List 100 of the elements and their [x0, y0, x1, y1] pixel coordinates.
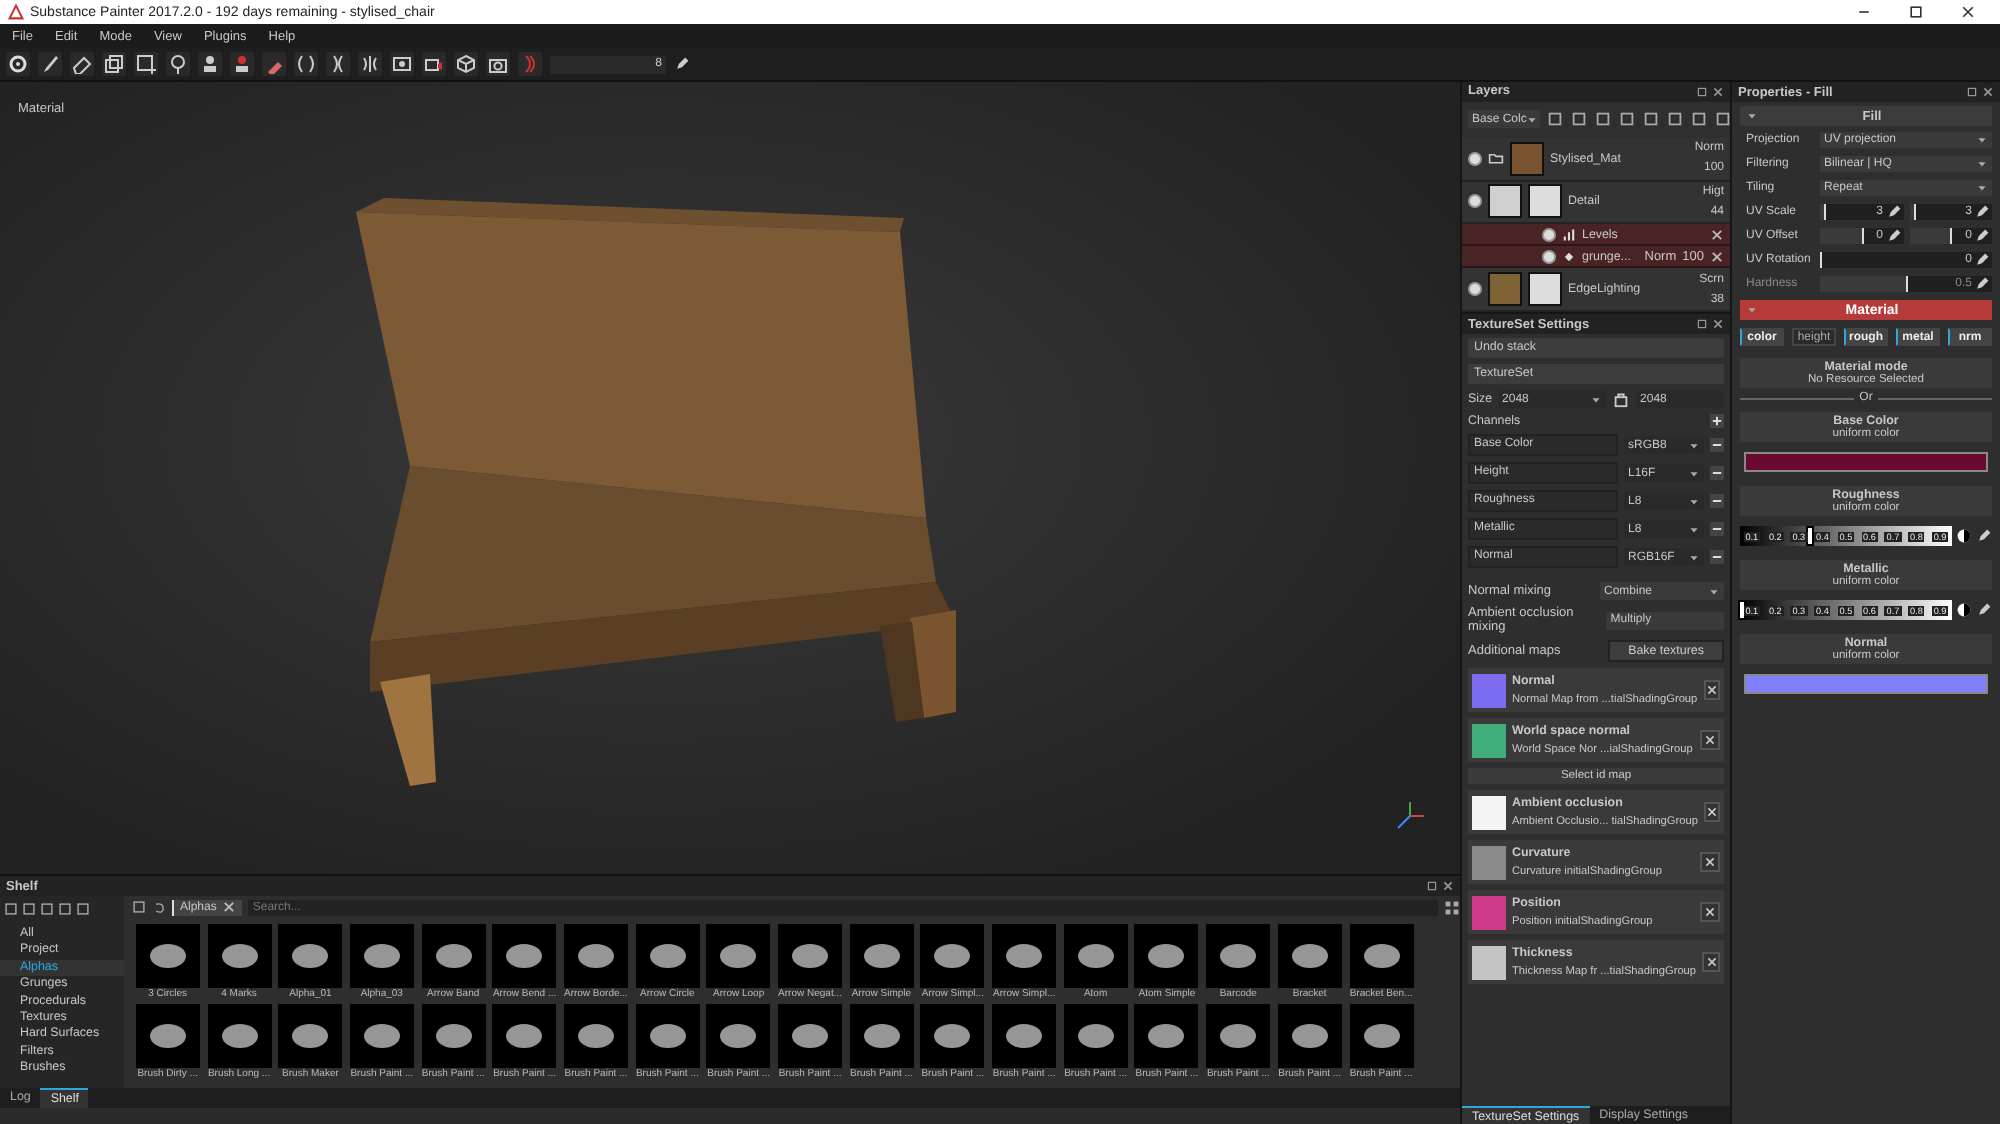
alpha-thumbnail[interactable]	[349, 924, 414, 988]
minus-icon[interactable]	[1710, 550, 1724, 564]
alpha-thumbnail[interactable]	[1134, 924, 1199, 988]
remove-map-button[interactable]	[1703, 802, 1720, 822]
alpha-thumbnail[interactable]	[992, 1004, 1057, 1068]
color-swatch[interactable]	[1744, 674, 1988, 694]
alpha-thumbnail[interactable]	[563, 924, 628, 988]
alpha-thumbnail[interactable]	[1206, 1004, 1271, 1068]
caret-icon	[1526, 113, 1539, 126]
alpha-thumbnail[interactable]	[706, 924, 771, 988]
polygon-fill-icon[interactable]	[136, 54, 156, 74]
plus-icon[interactable]	[1710, 414, 1724, 428]
alpha-thumbnail[interactable]	[778, 1004, 843, 1068]
alpha-thumbnail[interactable]	[1277, 924, 1342, 988]
alpha-thumbnail[interactable]	[421, 1004, 486, 1068]
alpha-thumbnail[interactable]	[920, 924, 985, 988]
symmetry-axis-icon[interactable]	[328, 54, 348, 74]
cube-icon[interactable]	[456, 54, 476, 74]
alpha-thumbnail[interactable]	[635, 924, 700, 988]
alpha-thumbnail[interactable]	[1349, 1004, 1414, 1068]
visibility-toggle[interactable]	[1468, 151, 1482, 166]
clone-stamp-icon[interactable]	[200, 54, 220, 74]
alpha-thumbnail[interactable]	[1063, 1004, 1128, 1068]
camera-icon[interactable]	[424, 54, 444, 74]
minus-icon[interactable]	[1710, 494, 1724, 508]
caret-icon	[1688, 551, 1700, 563]
alpha-thumbnail[interactable]	[135, 1004, 200, 1068]
alpha-thumbnail[interactable]	[278, 1004, 343, 1068]
caret-icon	[1746, 110, 1758, 122]
float-icon[interactable]	[1966, 86, 1978, 98]
float-icon[interactable]	[1696, 85, 1708, 98]
pencil-icon[interactable]	[674, 56, 690, 72]
close-icon[interactable]	[1442, 880, 1454, 892]
alpha-thumbnail[interactable]	[135, 924, 200, 988]
visibility-toggle[interactable]	[1542, 227, 1556, 242]
levels-icon	[1562, 227, 1576, 242]
settings-icon[interactable]	[8, 54, 28, 74]
display-icon[interactable]	[392, 54, 412, 74]
alpha-thumbnail[interactable]	[492, 924, 557, 988]
alpha-thumbnail[interactable]	[207, 1004, 272, 1068]
smudge-icon[interactable]	[168, 54, 188, 74]
alpha-thumbnail[interactable]	[1277, 1004, 1342, 1068]
alpha-thumbnail[interactable]	[207, 924, 272, 988]
close-icon[interactable]	[1960, 4, 1976, 20]
curve-icon[interactable]	[520, 54, 540, 74]
alpha-thumbnail[interactable]	[492, 1004, 557, 1068]
projection-icon[interactable]	[104, 54, 124, 74]
float-icon[interactable]	[1426, 880, 1438, 892]
grid-view-icon[interactable]	[1444, 899, 1460, 915]
alpha-thumbnail[interactable]	[849, 1004, 914, 1068]
half-circle-icon[interactable]	[1956, 528, 1972, 544]
float-icon[interactable]	[1696, 318, 1708, 330]
symmetry-icon[interactable]	[296, 54, 316, 74]
undo-icon[interactable]	[152, 900, 166, 914]
alpha-thumbnail[interactable]	[1206, 924, 1271, 988]
alpha-thumbnail[interactable]	[1349, 924, 1414, 988]
close-icon[interactable]	[1982, 86, 1994, 98]
eraser-icon[interactable]	[72, 54, 92, 74]
visibility-toggle[interactable]	[1542, 249, 1556, 264]
alpha-thumbnail[interactable]	[778, 924, 843, 988]
remove-map-button[interactable]	[1703, 680, 1720, 700]
alpha-thumbnail[interactable]	[278, 924, 343, 988]
caret-icon	[1708, 585, 1720, 597]
caret-icon	[1688, 523, 1700, 535]
visibility-toggle[interactable]	[1468, 282, 1482, 297]
alpha-thumbnail[interactable]	[1134, 1004, 1199, 1068]
alpha-thumbnail[interactable]	[706, 1004, 771, 1068]
minus-icon[interactable]	[1710, 438, 1724, 452]
close-icon[interactable]	[1710, 249, 1724, 264]
mask-thumbnail	[1528, 184, 1562, 219]
alpha-thumbnail[interactable]	[1063, 924, 1128, 988]
close-icon[interactable]	[1712, 85, 1724, 98]
alpha-thumbnail[interactable]	[349, 1004, 414, 1068]
maximize-icon[interactable]	[1908, 4, 1924, 20]
lock-icon[interactable]	[1612, 390, 1631, 408]
screenshot-icon[interactable]	[488, 54, 508, 74]
paint-brush-icon[interactable]	[40, 54, 60, 74]
axis-gizmo-icon	[1392, 798, 1428, 834]
minus-icon[interactable]	[1710, 522, 1724, 536]
caret-icon	[1688, 467, 1700, 479]
color-swatch[interactable]	[1744, 452, 1988, 472]
pencil-icon[interactable]	[1976, 602, 1992, 618]
remove-map-button[interactable]	[1702, 952, 1720, 972]
material-picker-icon[interactable]	[232, 54, 252, 74]
alpha-thumbnail[interactable]	[421, 924, 486, 988]
minus-icon[interactable]	[1710, 466, 1724, 480]
visibility-toggle[interactable]	[1468, 194, 1482, 209]
mask-thumbnail	[1528, 272, 1562, 307]
pencil-icon[interactable]	[1976, 528, 1992, 544]
app-logo-icon	[8, 4, 24, 20]
close-icon[interactable]	[1710, 227, 1724, 242]
alpha-thumbnail[interactable]	[920, 1004, 985, 1068]
alpha-thumbnail[interactable]	[635, 1004, 700, 1068]
alpha-thumbnail[interactable]	[563, 1004, 628, 1068]
mirror-icon[interactable]	[360, 54, 380, 74]
caret-icon	[1746, 304, 1758, 316]
half-circle-icon[interactable]	[1956, 602, 1972, 618]
alpha-thumbnail[interactable]	[849, 924, 914, 988]
close-icon[interactable]	[1712, 318, 1724, 330]
alpha-thumbnail[interactable]	[992, 924, 1057, 988]
